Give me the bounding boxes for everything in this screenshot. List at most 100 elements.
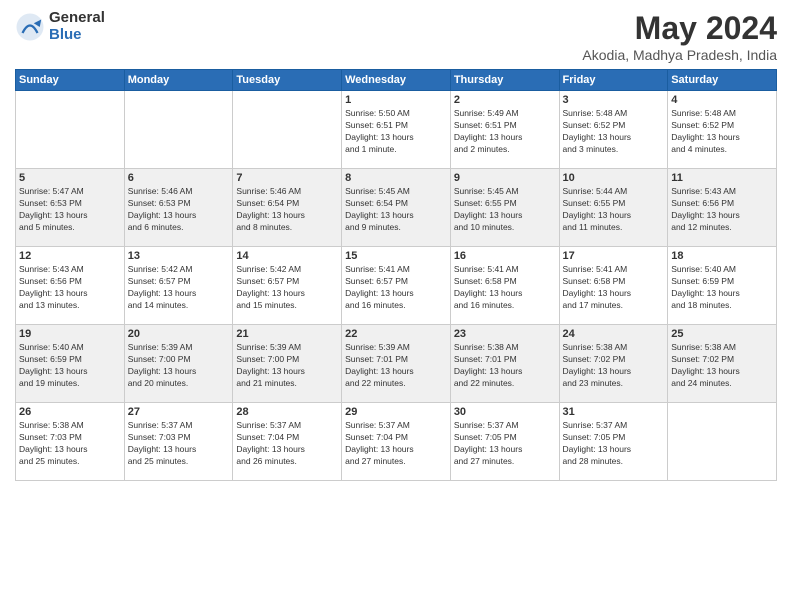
day-info: Sunrise: 5:48 AM Sunset: 6:52 PM Dayligh… bbox=[671, 108, 773, 156]
day-info: Sunrise: 5:42 AM Sunset: 6:57 PM Dayligh… bbox=[236, 264, 338, 312]
table-row: 11 Sunrise: 5:43 AM Sunset: 6:56 PM Dayli… bbox=[668, 169, 777, 247]
day-info: Sunrise: 5:43 AM Sunset: 6:56 PM Dayligh… bbox=[671, 186, 773, 234]
page: General Blue May 2024 Akodia, Madhya Pra… bbox=[0, 0, 792, 612]
table-row: 16Sunrise: 5:41 AM Sunset: 6:58 PM Dayli… bbox=[450, 247, 559, 325]
day-number: 21 bbox=[236, 328, 338, 340]
day-info: Sunrise: 5:45 AM Sunset: 6:54 PM Dayligh… bbox=[345, 186, 447, 234]
day-info: Sunrise: 5:37 AM Sunset: 7:04 PM Dayligh… bbox=[236, 420, 338, 468]
day-info: Sunrise: 5:39 AM Sunset: 7:01 PM Dayligh… bbox=[345, 342, 447, 390]
week-row-2: 5Sunrise: 5:47 AM Sunset: 6:53 PM Daylig… bbox=[16, 169, 777, 247]
day-info: Sunrise: 5:38 AM Sunset: 7:03 PM Dayligh… bbox=[19, 420, 121, 468]
day-info: Sunrise: 5:47 AM Sunset: 6:53 PM Dayligh… bbox=[19, 186, 121, 234]
day-info: Sunrise: 5:37 AM Sunset: 7:03 PM Dayligh… bbox=[128, 420, 230, 468]
day-number: 15 bbox=[345, 250, 447, 262]
day-number: 14 bbox=[236, 250, 338, 262]
day-info: Sunrise: 5:40 AM Sunset: 6:59 PM Dayligh… bbox=[19, 342, 121, 390]
title-area: May 2024 Akodia, Madhya Pradesh, India bbox=[582, 10, 777, 63]
day-number: 2 bbox=[454, 94, 556, 106]
table-row: 7Sunrise: 5:46 AM Sunset: 6:54 PM Daylig… bbox=[233, 169, 342, 247]
day-number: 26 bbox=[19, 406, 121, 418]
day-info: Sunrise: 5:39 AM Sunset: 7:00 PM Dayligh… bbox=[236, 342, 338, 390]
day-info: Sunrise: 5:38 AM Sunset: 7:02 PM Dayligh… bbox=[671, 342, 773, 390]
table-row: 27Sunrise: 5:37 AM Sunset: 7:03 PM Dayli… bbox=[124, 403, 233, 481]
table-row: 15 Sunrise: 5:41 AM Sunset: 6:57 PM Dayli… bbox=[342, 247, 451, 325]
table-row bbox=[233, 91, 342, 169]
day-number: 20 bbox=[128, 328, 230, 340]
table-row: 23 Sunrise: 5:38 AM Sunset: 7:01 PM Dayli… bbox=[450, 325, 559, 403]
col-tuesday: Tuesday bbox=[233, 70, 342, 91]
week-row-4: 19 Sunrise: 5:40 AM Sunset: 6:59 PM Dayli… bbox=[16, 325, 777, 403]
week-row-1: 1 Sunrise: 5:50 AM Sunset: 6:51 PM Daylig… bbox=[16, 91, 777, 169]
day-info: Sunrise: 5:41 AM Sunset: 6:57 PM Dayligh… bbox=[345, 264, 447, 312]
day-number: 12 bbox=[19, 250, 121, 262]
logo-text: General Blue bbox=[49, 10, 105, 43]
week-row-3: 12 Sunrise: 5:43 AM Sunset: 6:56 PM Dayli… bbox=[16, 247, 777, 325]
day-number: 16 bbox=[454, 250, 556, 262]
table-row: 22 Sunrise: 5:39 AM Sunset: 7:01 PM Dayli… bbox=[342, 325, 451, 403]
table-row: 19 Sunrise: 5:40 AM Sunset: 6:59 PM Dayli… bbox=[16, 325, 125, 403]
table-row: 3Sunrise: 5:48 AM Sunset: 6:52 PM Daylig… bbox=[559, 91, 668, 169]
day-number: 31 bbox=[563, 406, 665, 418]
day-number: 6 bbox=[128, 172, 230, 184]
table-row: 13 Sunrise: 5:42 AM Sunset: 6:57 PM Dayli… bbox=[124, 247, 233, 325]
table-row: 21 Sunrise: 5:39 AM Sunset: 7:00 PM Dayli… bbox=[233, 325, 342, 403]
day-info: Sunrise: 5:40 AM Sunset: 6:59 PM Dayligh… bbox=[671, 264, 773, 312]
day-number: 4 bbox=[671, 94, 773, 106]
day-info: Sunrise: 5:38 AM Sunset: 7:02 PM Dayligh… bbox=[563, 342, 665, 390]
table-row bbox=[16, 91, 125, 169]
day-info: Sunrise: 5:48 AM Sunset: 6:52 PM Dayligh… bbox=[563, 108, 665, 156]
day-number: 19 bbox=[19, 328, 121, 340]
logo-blue-text: Blue bbox=[49, 27, 105, 44]
table-row: 14 Sunrise: 5:42 AM Sunset: 6:57 PM Dayli… bbox=[233, 247, 342, 325]
day-info: Sunrise: 5:42 AM Sunset: 6:57 PM Dayligh… bbox=[128, 264, 230, 312]
table-row: 12 Sunrise: 5:43 AM Sunset: 6:56 PM Dayli… bbox=[16, 247, 125, 325]
day-info: Sunrise: 5:44 AM Sunset: 6:55 PM Dayligh… bbox=[563, 186, 665, 234]
day-number: 1 bbox=[345, 94, 447, 106]
col-friday: Friday bbox=[559, 70, 668, 91]
logo-icon bbox=[15, 12, 45, 42]
col-monday: Monday bbox=[124, 70, 233, 91]
day-number: 11 bbox=[671, 172, 773, 184]
table-row: 10Sunrise: 5:44 AM Sunset: 6:55 PM Dayli… bbox=[559, 169, 668, 247]
week-row-5: 26 Sunrise: 5:38 AM Sunset: 7:03 PM Dayli… bbox=[16, 403, 777, 481]
day-number: 8 bbox=[345, 172, 447, 184]
day-number: 23 bbox=[454, 328, 556, 340]
header: General Blue May 2024 Akodia, Madhya Pra… bbox=[15, 10, 777, 63]
table-row: 29 Sunrise: 5:37 AM Sunset: 7:04 PM Dayli… bbox=[342, 403, 451, 481]
location-subtitle: Akodia, Madhya Pradesh, India bbox=[582, 47, 777, 63]
day-info: Sunrise: 5:37 AM Sunset: 7:05 PM Dayligh… bbox=[563, 420, 665, 468]
table-row: 26 Sunrise: 5:38 AM Sunset: 7:03 PM Dayli… bbox=[16, 403, 125, 481]
day-info: Sunrise: 5:50 AM Sunset: 6:51 PM Dayligh… bbox=[345, 108, 447, 156]
table-row: 25 Sunrise: 5:38 AM Sunset: 7:02 PM Dayli… bbox=[668, 325, 777, 403]
table-row: 30 Sunrise: 5:37 AM Sunset: 7:05 PM Dayli… bbox=[450, 403, 559, 481]
day-number: 13 bbox=[128, 250, 230, 262]
day-info: Sunrise: 5:37 AM Sunset: 7:05 PM Dayligh… bbox=[454, 420, 556, 468]
table-row: 6Sunrise: 5:46 AM Sunset: 6:53 PM Daylig… bbox=[124, 169, 233, 247]
table-row: 8 Sunrise: 5:45 AM Sunset: 6:54 PM Daylig… bbox=[342, 169, 451, 247]
table-row: 4 Sunrise: 5:48 AM Sunset: 6:52 PM Daylig… bbox=[668, 91, 777, 169]
day-number: 25 bbox=[671, 328, 773, 340]
table-row bbox=[124, 91, 233, 169]
col-wednesday: Wednesday bbox=[342, 70, 451, 91]
day-number: 28 bbox=[236, 406, 338, 418]
day-number: 30 bbox=[454, 406, 556, 418]
day-info: Sunrise: 5:46 AM Sunset: 6:54 PM Dayligh… bbox=[236, 186, 338, 234]
col-saturday: Saturday bbox=[668, 70, 777, 91]
logo-general-text: General bbox=[49, 10, 105, 27]
table-row: 2 Sunrise: 5:49 AM Sunset: 6:51 PM Daylig… bbox=[450, 91, 559, 169]
day-number: 17 bbox=[563, 250, 665, 262]
day-number: 22 bbox=[345, 328, 447, 340]
day-info: Sunrise: 5:45 AM Sunset: 6:55 PM Dayligh… bbox=[454, 186, 556, 234]
table-row: 17Sunrise: 5:41 AM Sunset: 6:58 PM Dayli… bbox=[559, 247, 668, 325]
header-row: Sunday Monday Tuesday Wednesday Thursday… bbox=[16, 70, 777, 91]
day-number: 18 bbox=[671, 250, 773, 262]
table-row: 28 Sunrise: 5:37 AM Sunset: 7:04 PM Dayli… bbox=[233, 403, 342, 481]
logo: General Blue bbox=[15, 10, 105, 43]
day-info: Sunrise: 5:49 AM Sunset: 6:51 PM Dayligh… bbox=[454, 108, 556, 156]
table-row: 18 Sunrise: 5:40 AM Sunset: 6:59 PM Dayli… bbox=[668, 247, 777, 325]
day-info: Sunrise: 5:38 AM Sunset: 7:01 PM Dayligh… bbox=[454, 342, 556, 390]
day-info: Sunrise: 5:37 AM Sunset: 7:04 PM Dayligh… bbox=[345, 420, 447, 468]
day-info: Sunrise: 5:43 AM Sunset: 6:56 PM Dayligh… bbox=[19, 264, 121, 312]
calendar-table: Sunday Monday Tuesday Wednesday Thursday… bbox=[15, 69, 777, 481]
day-number: 29 bbox=[345, 406, 447, 418]
